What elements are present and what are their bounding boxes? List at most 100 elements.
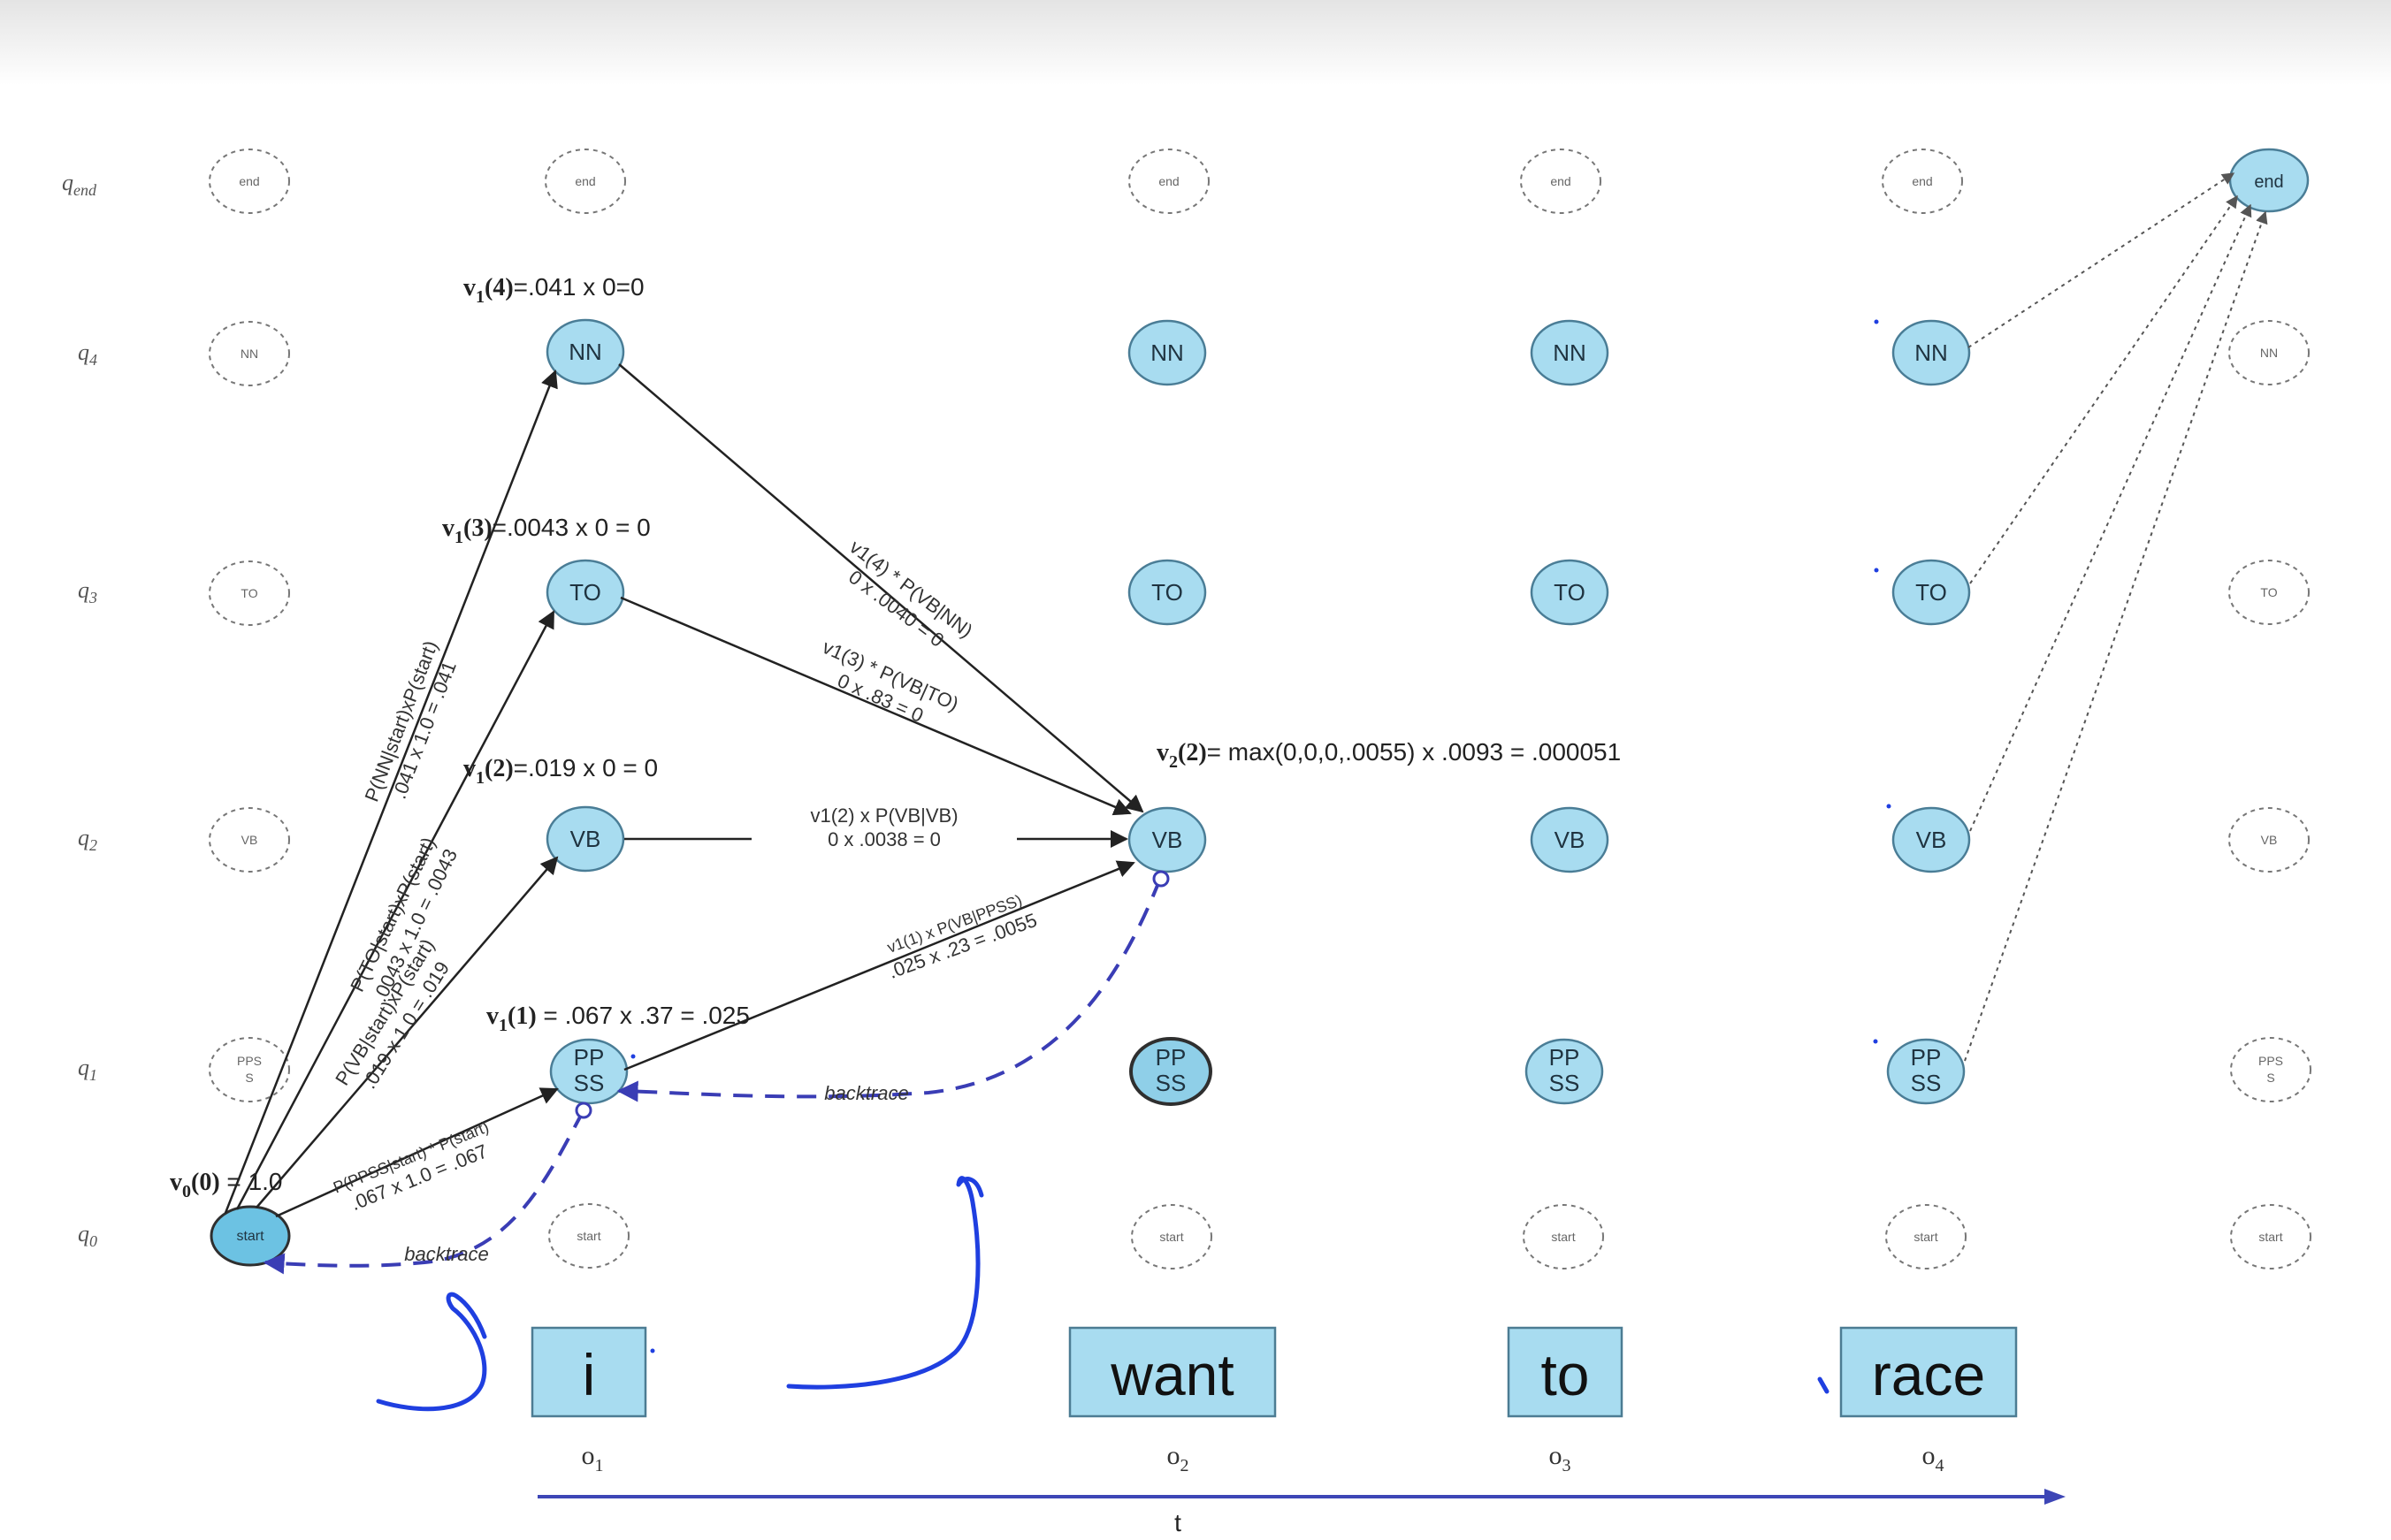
svg-text:TO: TO (569, 579, 601, 606)
obs-label-o3: o3 (1549, 1441, 1571, 1475)
svg-text:end: end (575, 174, 595, 188)
edge-to-end (1969, 194, 2238, 584)
viterbi-v1-3: v1(3)=.0043 x 0 = 0 (442, 514, 651, 547)
svg-text:end: end (2254, 172, 2283, 192)
svg-text:VB: VB (2261, 833, 2278, 847)
edge-ppss-end (1964, 210, 2268, 1062)
state-nn-col5: NN (2228, 320, 2310, 385)
ink-stroke-middle (786, 1176, 984, 1390)
label-start-ppss: P(PPSS|start) * P(start) .067 x 1.0 = .0… (331, 1118, 492, 1216)
label-nn-vb: v1(4) * P(VB|NN) 0 x .0040 = 0 (844, 536, 977, 652)
state-pps-col5: PPS S (2230, 1037, 2311, 1102)
word-box-want: want (1068, 1326, 1277, 1418)
ink-tick-race (1817, 1376, 1830, 1394)
state-start-col4: start (1885, 1204, 1967, 1269)
ink-stroke-left (376, 1292, 487, 1412)
svg-text:TO: TO (1915, 579, 1947, 606)
state-end-col0: end (209, 149, 290, 214)
row-label-qend: qend (62, 170, 97, 199)
state-nn-col0: NN (209, 321, 290, 386)
svg-text:want: want (1110, 1342, 1234, 1407)
svg-text:to: to (1540, 1342, 1589, 1407)
column-3-states: end NN TO VB PP SS start (1520, 149, 1609, 1269)
viterbi-trellis-diagram: qend q4 q3 q2 q1 q0 end NN TO VB PPS S s… (62, 148, 2311, 1536)
svg-text:PP: PP (1911, 1044, 1942, 1071)
viterbi-v1-1: v1(1) = .067 x .37 = .025 (486, 1002, 750, 1035)
svg-text:SS: SS (1156, 1070, 1187, 1096)
svg-text:TO: TO (2260, 585, 2277, 599)
state-start-col5: start (2230, 1204, 2311, 1269)
svg-text:PP: PP (574, 1044, 605, 1071)
ink-dot-ppss-col1 (630, 1054, 636, 1059)
svg-text:NN: NN (1553, 339, 1586, 366)
svg-text:PP: PP (1549, 1044, 1580, 1071)
observation-words: i want to race (531, 1326, 2018, 1418)
observation-labels: o1 o2 o3 o4 (582, 1441, 1944, 1475)
svg-text:start: start (1551, 1230, 1575, 1244)
state-ppss-col1: PP SS (549, 1038, 629, 1105)
ink-dot-vb (1886, 804, 1891, 809)
svg-text:i: i (583, 1342, 596, 1407)
state-to-col1: TO (546, 559, 625, 626)
state-to-col3: TO (1530, 559, 1609, 626)
svg-text:start: start (1914, 1230, 1937, 1244)
state-end-col3: end (1520, 149, 1601, 214)
svg-text:NN: NN (1150, 339, 1184, 366)
svg-text:start: start (236, 1229, 264, 1244)
viterbi-v1-4: v1(4)=.041 x 0=0 (463, 273, 645, 307)
state-nn-col3: NN (1530, 319, 1609, 386)
word-box-to: to (1507, 1326, 1623, 1418)
state-vb-col0: VB (209, 807, 290, 873)
svg-text:end: end (239, 174, 259, 188)
svg-text:NN: NN (2260, 346, 2278, 360)
row-label-q0: q0 (78, 1221, 97, 1250)
row-label-q1: q1 (78, 1055, 97, 1084)
backtrace-vb-to-ppss (616, 878, 1162, 1102)
svg-text:VB: VB (241, 833, 258, 847)
svg-text:TO: TO (1554, 579, 1585, 606)
state-to-col2: TO (1127, 559, 1207, 626)
svg-text:0 x .0038 = 0: 0 x .0038 = 0 (828, 828, 941, 850)
svg-text:SS: SS (1549, 1070, 1580, 1096)
svg-text:VB: VB (570, 826, 601, 852)
backtrace-vb-origin (1152, 870, 1170, 888)
svg-text:VB: VB (1916, 827, 1947, 853)
state-to-col4: TO (1891, 559, 1971, 626)
label-backtrace-1: backtrace (824, 1082, 908, 1104)
svg-text:end: end (1550, 174, 1570, 188)
viterbi-v1-2: v1(2)=.019 x 0 = 0 (463, 754, 658, 788)
state-start-col2: start (1131, 1204, 1212, 1269)
svg-text:race: race (1872, 1342, 1985, 1407)
svg-text:TO: TO (241, 586, 257, 600)
row-label-q3: q3 (78, 577, 97, 606)
svg-text:NN: NN (241, 347, 258, 361)
state-ppss-col2: PP SS (1129, 1037, 1212, 1106)
label-start-nn: P(NN|start)xP(start) .041 x 1.0 = .041 (360, 637, 460, 804)
svg-text:S: S (2266, 1071, 2274, 1085)
state-vb-col2: VB (1127, 806, 1207, 873)
svg-text:PP: PP (1156, 1044, 1187, 1071)
ink-dot-nn (1874, 319, 1879, 324)
row-labels: qend q4 q3 q2 q1 q0 (62, 170, 97, 1250)
column-4-states: end NN TO VB PP SS start (1882, 149, 1971, 1269)
state-start-col3: start (1523, 1204, 1604, 1269)
word-box-i: i (531, 1326, 647, 1418)
state-pps-col0: PPS S (209, 1037, 290, 1102)
time-axis: t (538, 1489, 2066, 1536)
state-to-col0: TO (209, 560, 290, 626)
time-axis-label: t (1174, 1509, 1181, 1536)
obs-label-o4: o4 (1922, 1441, 1944, 1475)
vb-col2-edges (618, 363, 1144, 1071)
time-axis-arrowhead (2044, 1489, 2066, 1505)
backtrace-ppss-origin (575, 1102, 592, 1119)
column-2-states: end NN TO VB PP SS start (1127, 149, 1212, 1269)
state-nn-col1: NN (546, 318, 625, 385)
column-0-states: end NN TO VB PPS S start (209, 149, 291, 1267)
state-end-col2: end (1128, 149, 1210, 214)
svg-text:end: end (1912, 174, 1932, 188)
svg-text:start: start (577, 1229, 600, 1243)
label-vb-vb: v1(2) x P(VB|VB) 0 x .0038 = 0 (752, 801, 1017, 854)
state-end-col5: end (2228, 148, 2310, 213)
label-ppss-vb: v1(1) x P(VB|PPSS) .025 x .23 = .0055 (885, 891, 1040, 983)
svg-text:SS: SS (1911, 1070, 1942, 1096)
